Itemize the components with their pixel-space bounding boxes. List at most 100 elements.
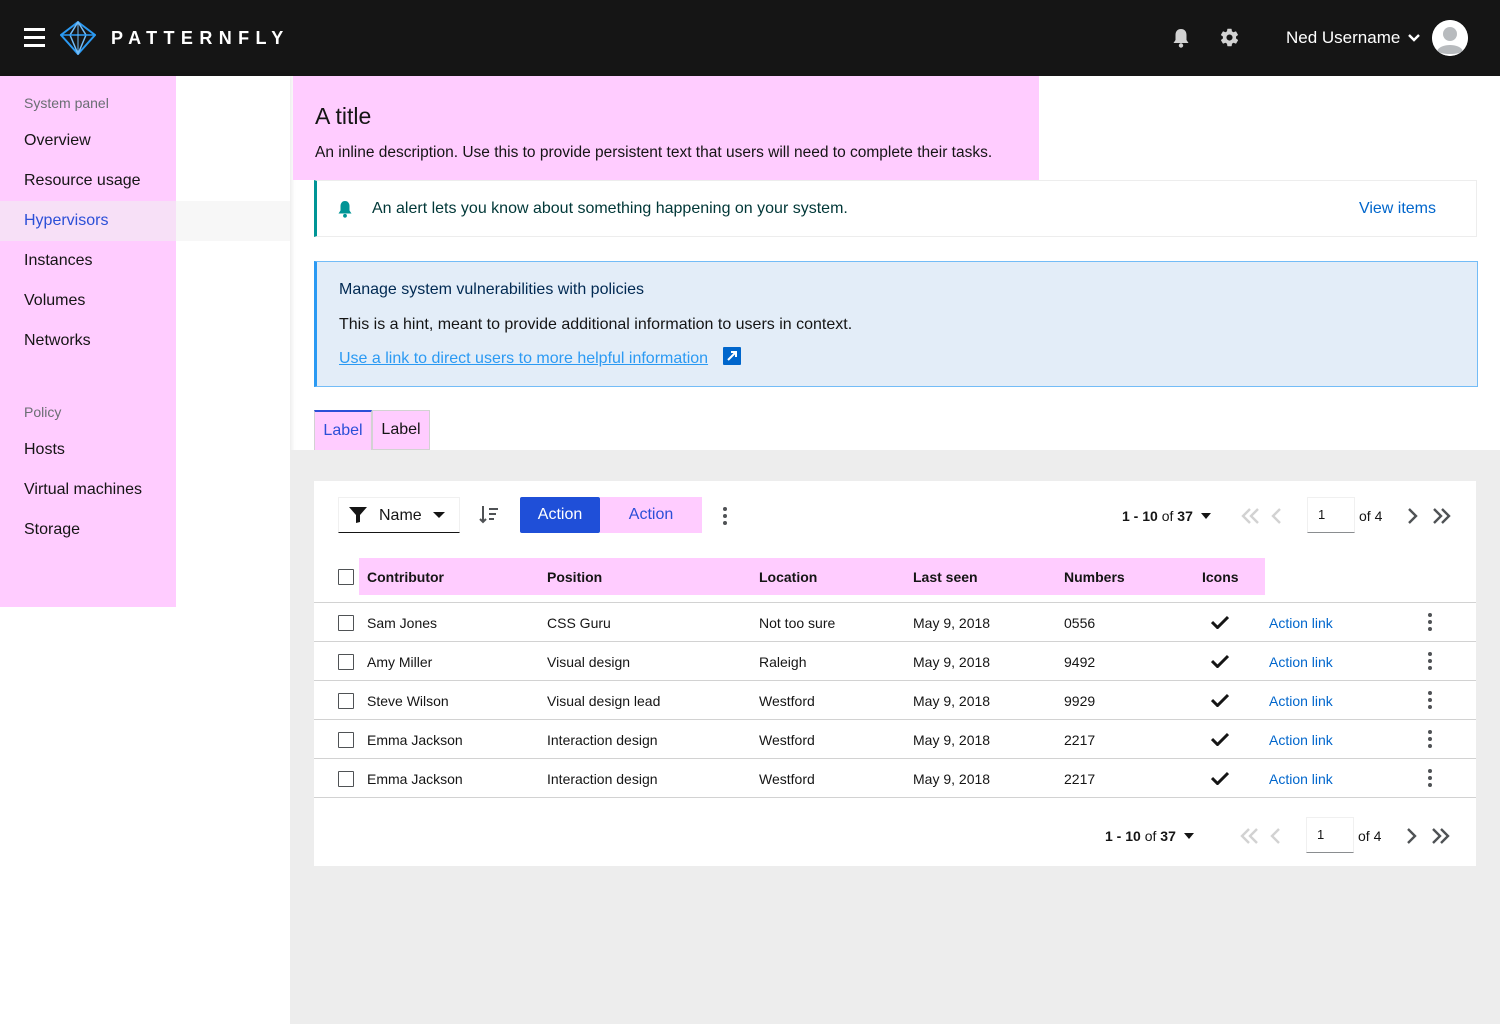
next-page-icon[interactable] xyxy=(1405,507,1419,525)
next-page-icon[interactable] xyxy=(1404,827,1418,845)
previous-page-icon[interactable] xyxy=(1269,827,1283,845)
sidebar-item-hypervisors[interactable]: Hypervisors xyxy=(0,201,290,241)
cell-position: Interaction design xyxy=(547,771,658,787)
column-header-position[interactable]: Position xyxy=(547,569,602,585)
secondary-action-button[interactable]: Action xyxy=(600,497,702,533)
cell-contributor: Steve Wilson xyxy=(367,693,449,709)
nav-section-title-policy: Policy xyxy=(24,404,62,420)
row-kebab-icon[interactable] xyxy=(1427,769,1433,789)
row-checkbox[interactable] xyxy=(338,732,354,748)
page-header-highlight xyxy=(293,76,1039,180)
cell-location: Not too sure xyxy=(759,615,836,631)
row-divider xyxy=(314,719,1476,720)
sidebar-item-hosts[interactable]: Hosts xyxy=(0,430,290,470)
cell-contributor: Emma Jackson xyxy=(367,732,463,748)
user-menu[interactable]: Ned Username xyxy=(1286,28,1421,48)
column-header-icons[interactable]: Icons xyxy=(1202,569,1239,585)
row-divider xyxy=(314,797,1476,798)
pagination-count-bottom[interactable]: 1 - 10 of 37 xyxy=(1105,828,1194,844)
hint-body: This is a hint, meant to provide additio… xyxy=(339,316,853,333)
column-header-last-seen[interactable]: Last seen xyxy=(913,569,978,585)
row-action-link[interactable]: Action link xyxy=(1269,771,1333,787)
bell-icon xyxy=(338,201,352,218)
row-checkbox[interactable] xyxy=(338,615,354,631)
pagination-total: 37 xyxy=(1177,508,1193,524)
row-action-link[interactable]: Action link xyxy=(1269,615,1333,631)
cell-numbers: 0556 xyxy=(1064,615,1096,631)
row-kebab-icon[interactable] xyxy=(1427,691,1433,711)
row-divider xyxy=(314,758,1476,759)
sidebar-item-instances[interactable]: Instances xyxy=(0,241,290,281)
row-action-link[interactable]: Action link xyxy=(1269,732,1333,748)
sidebar-item-resource-usage[interactable]: Resource usage xyxy=(0,161,290,201)
filter-select[interactable]: Name xyxy=(338,497,460,533)
cell-numbers: 2217 xyxy=(1064,771,1096,787)
tab-label-1[interactable]: Label xyxy=(314,410,372,450)
check-icon xyxy=(1211,771,1229,785)
nav-section-title-system-panel: System panel xyxy=(24,95,109,111)
page-title: A title xyxy=(315,103,372,129)
pagination-of: of xyxy=(1144,828,1157,844)
row-checkbox[interactable] xyxy=(338,771,354,787)
toolbar-kebab-icon[interactable] xyxy=(722,507,728,527)
sidebar-item-networks[interactable]: Networks xyxy=(0,321,290,361)
check-icon xyxy=(1211,615,1229,629)
pagination-range: 1 - 10 xyxy=(1122,508,1158,524)
external-link-icon[interactable] xyxy=(723,347,741,365)
cell-numbers: 2217 xyxy=(1064,732,1096,748)
column-header-location[interactable]: Location xyxy=(759,569,817,585)
row-divider xyxy=(314,680,1476,681)
first-page-icon[interactable] xyxy=(1239,827,1261,845)
hamburger-icon[interactable] xyxy=(24,28,45,47)
row-action-link[interactable]: Action link xyxy=(1269,693,1333,709)
primary-action-button[interactable]: Action xyxy=(520,497,600,533)
bell-icon[interactable] xyxy=(1171,28,1191,48)
sidebar-item-storage[interactable]: Storage xyxy=(0,510,290,550)
table-card xyxy=(314,481,1476,866)
first-page-icon[interactable] xyxy=(1240,507,1262,525)
check-icon xyxy=(1211,732,1229,746)
hint-title: Manage system vulnerabilities with polic… xyxy=(339,281,645,298)
sidebar-item-volumes[interactable]: Volumes xyxy=(0,281,290,321)
row-action-link[interactable]: Action link xyxy=(1269,654,1333,670)
page-number-input-bottom[interactable]: 1 xyxy=(1306,817,1354,853)
last-page-icon[interactable] xyxy=(1430,507,1452,525)
sidebar-item-virtual-machines[interactable]: Virtual machines xyxy=(0,470,290,510)
column-header-contributor[interactable]: Contributor xyxy=(367,569,444,585)
caret-down-icon xyxy=(433,512,445,518)
pagination-pages-top: of 4 xyxy=(1359,508,1383,524)
pagination-range: 1 - 10 xyxy=(1105,828,1141,844)
cell-location: Raleigh xyxy=(759,654,807,670)
caret-down-icon xyxy=(1200,513,1211,519)
tab-label-2[interactable]: Label xyxy=(372,410,430,450)
cell-position: Interaction design xyxy=(547,732,658,748)
row-kebab-icon[interactable] xyxy=(1427,730,1433,750)
sort-icon[interactable] xyxy=(479,505,499,525)
row-kebab-icon[interactable] xyxy=(1427,652,1433,672)
gear-icon[interactable] xyxy=(1219,27,1240,48)
row-kebab-icon[interactable] xyxy=(1427,613,1433,633)
view-items-link[interactable]: View items xyxy=(1359,200,1436,218)
page-number-input-top[interactable]: 1 xyxy=(1307,497,1355,533)
column-header-numbers[interactable]: Numbers xyxy=(1064,569,1125,585)
patternfly-logo[interactable] xyxy=(60,21,96,55)
row-checkbox[interactable] xyxy=(338,654,354,670)
select-all-checkbox[interactable] xyxy=(338,569,354,585)
filter-label: Name xyxy=(379,507,422,524)
check-icon xyxy=(1211,654,1229,668)
hint-help-link[interactable]: Use a link to direct users to more helpf… xyxy=(339,350,708,368)
pagination-count-top[interactable]: 1 - 10 of 37 xyxy=(1122,508,1211,524)
cell-position: Visual design lead xyxy=(547,693,661,709)
page-description: An inline description. Use this to provi… xyxy=(315,144,993,161)
sidebar-item-overview[interactable]: Overview xyxy=(0,121,290,161)
brand-name: PATTERNFLY xyxy=(111,28,290,48)
last-page-icon[interactable] xyxy=(1429,827,1451,845)
previous-page-icon[interactable] xyxy=(1270,507,1284,525)
alert-message: An alert lets you know about something h… xyxy=(372,200,848,217)
cell-position: CSS Guru xyxy=(547,615,611,631)
row-divider xyxy=(314,602,1476,603)
row-checkbox[interactable] xyxy=(338,693,354,709)
avatar[interactable] xyxy=(1432,20,1468,56)
check-icon xyxy=(1211,693,1229,707)
cell-last-seen: May 9, 2018 xyxy=(913,615,991,631)
